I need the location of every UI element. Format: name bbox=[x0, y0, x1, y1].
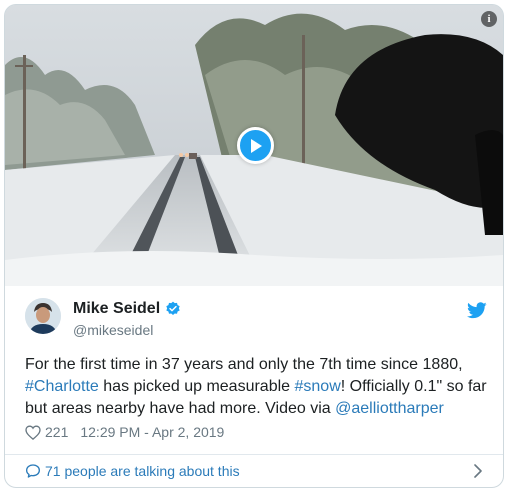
mention-link[interactable]: @aelliottharper bbox=[335, 400, 444, 417]
chevron-right-icon[interactable] bbox=[473, 464, 483, 478]
author-handle[interactable]: @mikeseidel bbox=[73, 322, 153, 338]
embedded-tweet-card: i Mike Seidel @mikeseidel For the first … bbox=[4, 4, 504, 488]
conversation-link[interactable]: 71 people are talking about this bbox=[25, 463, 240, 479]
hashtag-link-snow[interactable]: #snow bbox=[295, 378, 341, 395]
info-icon[interactable]: i bbox=[481, 11, 497, 27]
play-icon bbox=[250, 138, 262, 153]
twitter-bird-icon[interactable] bbox=[467, 302, 487, 319]
play-button[interactable] bbox=[237, 127, 274, 164]
author-name[interactable]: Mike Seidel bbox=[73, 300, 160, 318]
author-name-row: Mike Seidel bbox=[73, 300, 181, 318]
conversation-footer[interactable]: 71 people are talking about this bbox=[5, 454, 503, 487]
tweet-header: Mike Seidel @mikeseidel bbox=[25, 298, 487, 342]
video-player[interactable]: i bbox=[5, 5, 503, 286]
verified-badge-icon bbox=[166, 301, 180, 315]
like-count[interactable]: 221 bbox=[45, 424, 68, 440]
avatar[interactable] bbox=[25, 298, 61, 334]
hashtag-link-charlotte[interactable]: #Charlotte bbox=[25, 378, 99, 395]
tweet-timestamp[interactable]: 12:29 PM - Apr 2, 2019 bbox=[80, 424, 224, 440]
heart-icon[interactable] bbox=[25, 424, 41, 440]
conversation-count-label: 71 people are talking about this bbox=[45, 463, 240, 479]
tweet-meta: 221 12:29 PM - Apr 2, 2019 bbox=[25, 424, 224, 440]
tweet-text-part: For the first time in 37 years and only … bbox=[25, 356, 463, 373]
tweet-text: For the first time in 37 years and only … bbox=[25, 354, 487, 420]
tweet-text-part: has picked up measurable bbox=[98, 378, 295, 395]
comment-bubble-icon bbox=[26, 464, 40, 478]
